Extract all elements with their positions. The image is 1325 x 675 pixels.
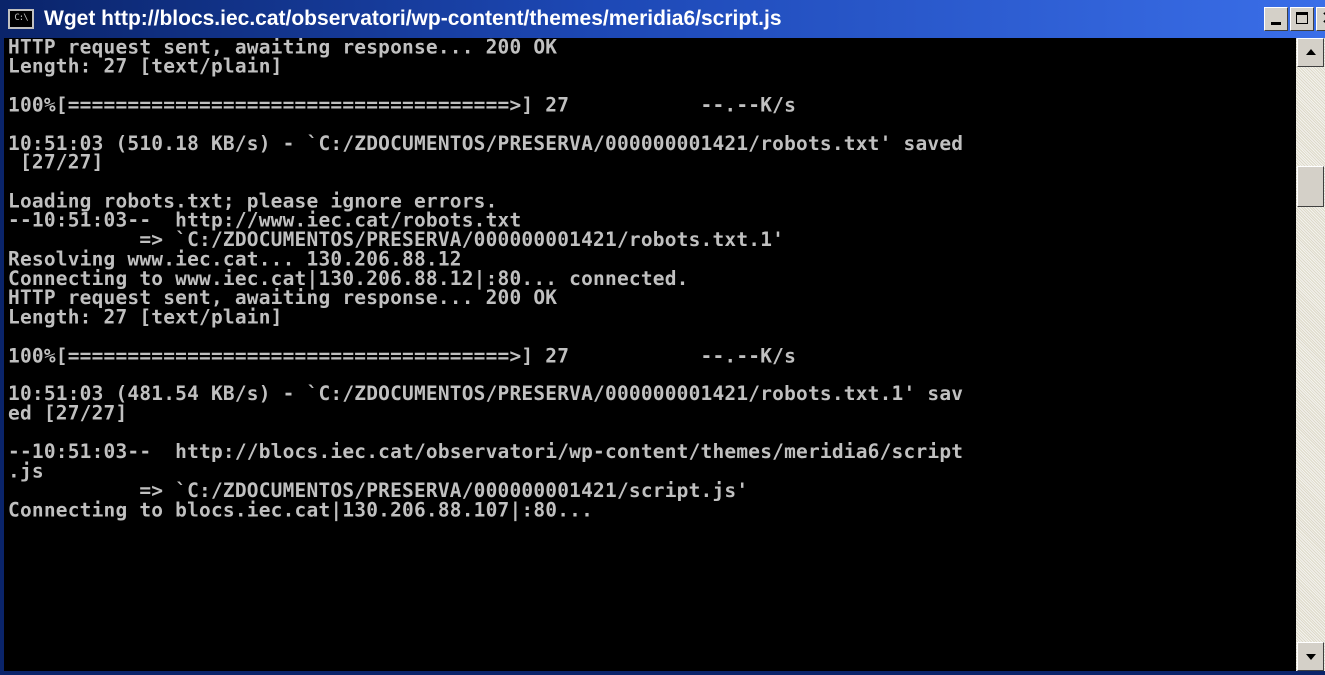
console-line: 10:51:03 (481.54 KB/s) - `C:/ZDOCUMENTOS… — [8, 382, 964, 406]
maximize-icon — [1296, 12, 1308, 24]
window-border — [0, 671, 1325, 675]
minimize-icon — [1271, 22, 1281, 25]
scroll-thumb[interactable] — [1297, 166, 1324, 207]
scroll-down-button[interactable] — [1297, 642, 1324, 671]
minimize-button[interactable] — [1264, 7, 1288, 31]
vertical-scrollbar[interactable] — [1296, 38, 1325, 671]
close-icon: ✕ — [1321, 9, 1325, 29]
console-line: 10:51:03 (510.18 KB/s) - `C:/ZDOCUMENTOS… — [8, 131, 964, 155]
console-line: ed [27/27] — [8, 401, 128, 425]
console-icon[interactable]: C:\ — [8, 9, 34, 29]
console-text: HTTP request sent, awaiting response... … — [4, 38, 1296, 520]
console-line: Length: 27 [text/plain] — [8, 54, 283, 78]
maximize-button[interactable] — [1290, 7, 1314, 31]
console-line: 100%[===================================… — [8, 343, 797, 367]
window-title: Wget http://blocs.iec.cat/observatori/wp… — [44, 7, 782, 30]
console-line: --10:51:03-- http://blocs.iec.cat/observ… — [8, 439, 964, 464]
arrow-up-icon — [1306, 49, 1316, 55]
title-bar[interactable]: C:\ Wget http://blocs.iec.cat/observator… — [0, 0, 1325, 38]
console-line: Length: 27 [text/plain] — [8, 304, 283, 329]
console-line: 100%[===================================… — [8, 92, 797, 117]
arrow-down-icon — [1306, 654, 1316, 660]
console-window: C:\ Wget http://blocs.iec.cat/observator… — [0, 0, 1325, 675]
console-output[interactable]: HTTP request sent, awaiting response... … — [4, 38, 1296, 671]
scroll-up-button[interactable] — [1297, 38, 1324, 67]
close-button[interactable]: ✕ — [1316, 7, 1325, 31]
console-line: [27/27] — [8, 150, 104, 175]
console-line: Connecting to blocs.iec.cat|130.206.88.1… — [8, 497, 594, 522]
